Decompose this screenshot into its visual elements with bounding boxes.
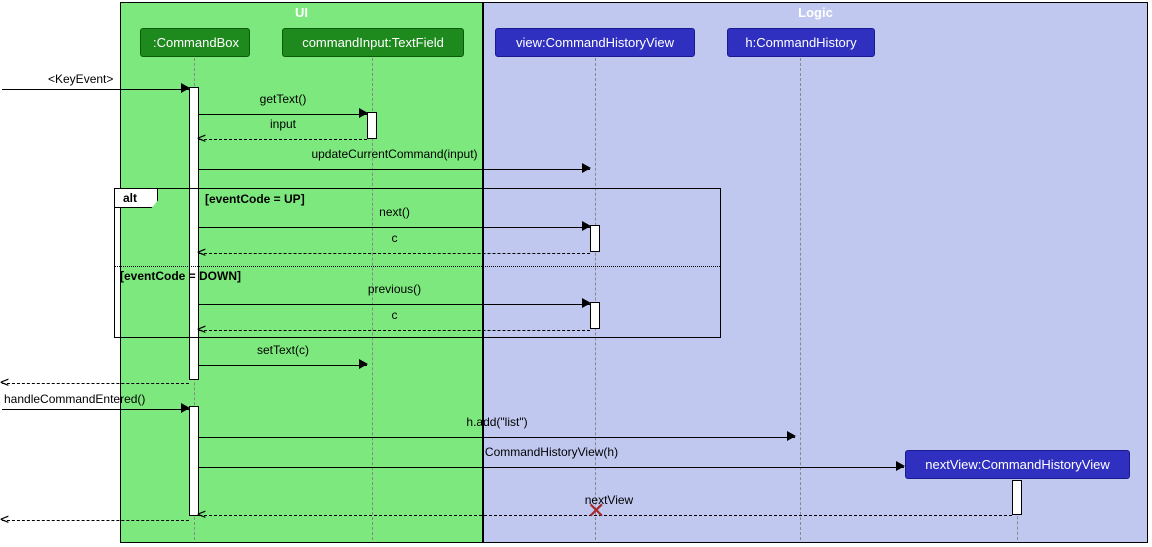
msg-nextview-return: nextView < (199, 508, 1012, 522)
alt-guard-down: [eventCode = DOWN] (120, 269, 241, 283)
msg-addlist-label: h.add("list") (199, 415, 795, 429)
msg-updatecurrent: updateCurrentCommand(input) (199, 162, 590, 176)
msg-input-return-label: input (199, 117, 367, 131)
alt-divider (115, 266, 720, 267)
participant-commandbox: :CommandBox (140, 28, 250, 57)
alt-guard-up: [eventCode = UP] (205, 192, 305, 206)
msg-keyevent (2, 82, 189, 96)
msg-nextview-return-label: nextView (549, 493, 669, 507)
msg-c-return-1: c < (199, 246, 590, 260)
alt-label: alt (115, 189, 158, 208)
msg-c-return-2: c < (199, 323, 590, 337)
sequence-diagram: UI Logic :CommandBox commandInput:TextFi… (0, 0, 1152, 547)
msg-settext: setText(c) (199, 358, 367, 372)
msg-return-outside-1: < (2, 376, 189, 390)
region-logic-label: Logic (484, 3, 1147, 20)
activation-commandbox-2 (189, 406, 199, 516)
msg-next-label: next() (199, 205, 590, 219)
msg-return-outside-2: < (2, 513, 189, 527)
participant-view: view:CommandHistoryView (495, 28, 695, 57)
activation-commandinput-1 (367, 112, 377, 139)
msg-c-return-1-label: c (199, 231, 590, 245)
participant-commandinput: commandInput:TextField (282, 28, 464, 57)
region-ui-label: UI (121, 3, 482, 20)
msg-createview: CommandHistoryView(h) (199, 460, 904, 474)
msg-updatecurrent-label: updateCurrentCommand(input) (199, 147, 590, 161)
destroy-view-icon: ✕ (587, 498, 605, 524)
msg-addlist: h.add("list") (199, 430, 795, 444)
msg-settext-label: setText(c) (199, 343, 367, 357)
participant-nextview: nextView:CommandHistoryView (905, 450, 1130, 479)
msg-createview-label: CommandHistoryView(h) (199, 445, 904, 459)
msg-handleentered (2, 402, 189, 416)
participant-history: h:CommandHistory (727, 28, 875, 57)
msg-gettext-label: getText() (199, 92, 367, 106)
msg-previous-label: previous() (199, 282, 590, 296)
msg-c-return-2-label: c (199, 308, 590, 322)
msg-input-return: input < (199, 132, 367, 146)
activation-nextview (1012, 480, 1022, 515)
